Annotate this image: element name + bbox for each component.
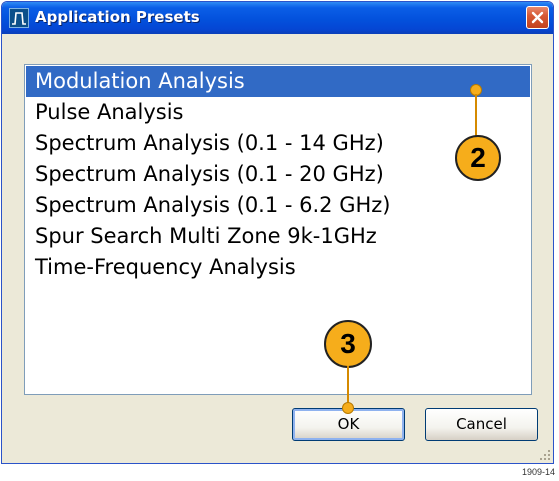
list-item[interactable]: Modulation Analysis xyxy=(26,66,530,97)
callout-3-badge: 3 xyxy=(324,320,372,368)
callout-2-badge: 2 xyxy=(455,135,501,181)
window-title: Application Presets xyxy=(35,8,200,26)
presets-listbox[interactable]: Modulation Analysis Pulse Analysis Spect… xyxy=(24,64,532,395)
callout-3-pointer-dot xyxy=(342,402,354,414)
title-bar[interactable]: Application Presets xyxy=(2,2,553,34)
application-presets-dialog: Application Presets Modulation Analysis … xyxy=(1,1,554,464)
resize-grip-icon[interactable] xyxy=(539,449,551,461)
list-item[interactable]: Pulse Analysis xyxy=(26,97,530,128)
close-button[interactable] xyxy=(526,6,549,29)
list-item[interactable]: Spectrum Analysis (0.1 - 20 GHz) xyxy=(26,159,530,190)
list-item[interactable]: Spur Search Multi Zone 9k-1GHz xyxy=(26,221,530,252)
callout-2-leader-line xyxy=(475,94,477,138)
callout-3-leader-line xyxy=(347,366,349,404)
app-icon xyxy=(9,8,29,28)
list-item[interactable]: Spectrum Analysis (0.1 - 6.2 GHz) xyxy=(26,190,530,221)
cancel-button[interactable]: Cancel xyxy=(425,408,538,441)
list-item[interactable]: Time-Frequency Analysis xyxy=(26,252,530,283)
close-icon xyxy=(531,11,544,24)
figure-id: 1909-14 xyxy=(521,467,555,477)
